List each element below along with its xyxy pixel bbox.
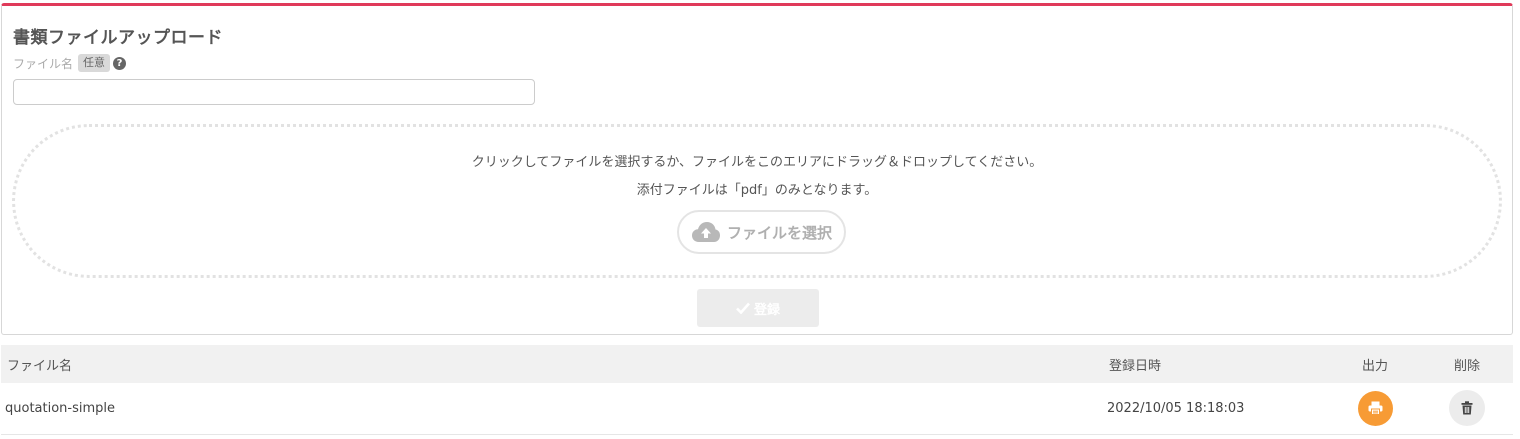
row-delete-cell xyxy=(1421,383,1513,434)
filename-label-row: ファイル名 任意 ? xyxy=(13,54,127,72)
trash-icon xyxy=(1461,401,1473,415)
table-row: quotation-simple 2022/10/05 18:18:03 xyxy=(1,383,1513,434)
filename-label: ファイル名 xyxy=(13,56,74,71)
header-registered-at: 登録日時 xyxy=(1109,358,1162,374)
print-icon xyxy=(1368,401,1382,416)
select-file-button-label: ファイルを選択 xyxy=(726,223,832,242)
check-icon xyxy=(736,302,750,314)
panel-title: 書類ファイルアップロード xyxy=(13,28,223,48)
delete-button[interactable] xyxy=(1449,390,1485,427)
row-filename: quotation-simple xyxy=(5,400,116,416)
drop-zone-instruction: クリックしてファイルを選択するか、ファイルをこのエリアにドラッグ＆ドロップしてく… xyxy=(471,155,1043,170)
files-table: ファイル名 登録日時 出力 削除 quotation-simple 2022/1… xyxy=(1,345,1513,435)
header-filename: ファイル名 xyxy=(7,358,73,374)
print-button[interactable] xyxy=(1357,390,1393,426)
register-button-label: 登録 xyxy=(753,302,780,318)
file-drop-zone[interactable]: クリックしてファイルを選択するか、ファイルをこのエリアにドラッグ＆ドロップしてく… xyxy=(12,124,1502,278)
row-registered-at: 2022/10/05 18:18:03 xyxy=(1107,400,1245,416)
cloud-upload-icon xyxy=(691,222,720,242)
select-file-button[interactable]: ファイルを選択 xyxy=(677,210,846,254)
header-output: 出力 xyxy=(1361,358,1388,374)
drop-zone-allowed-types: 添付ファイルは「pdf」のみとなります。 xyxy=(636,183,878,198)
help-icon[interactable]: ? xyxy=(113,56,127,70)
register-button[interactable]: 登録 xyxy=(697,289,819,327)
row-output-cell xyxy=(1329,383,1421,434)
upload-panel: 書類ファイルアップロード ファイル名 任意 ? クリックしてファイルを選択するか… xyxy=(1,3,1513,335)
header-delete: 削除 xyxy=(1453,358,1480,374)
optional-badge: 任意 xyxy=(78,54,111,72)
table-header-row: ファイル名 登録日時 出力 削除 xyxy=(1,345,1513,383)
filename-input[interactable] xyxy=(13,79,535,105)
